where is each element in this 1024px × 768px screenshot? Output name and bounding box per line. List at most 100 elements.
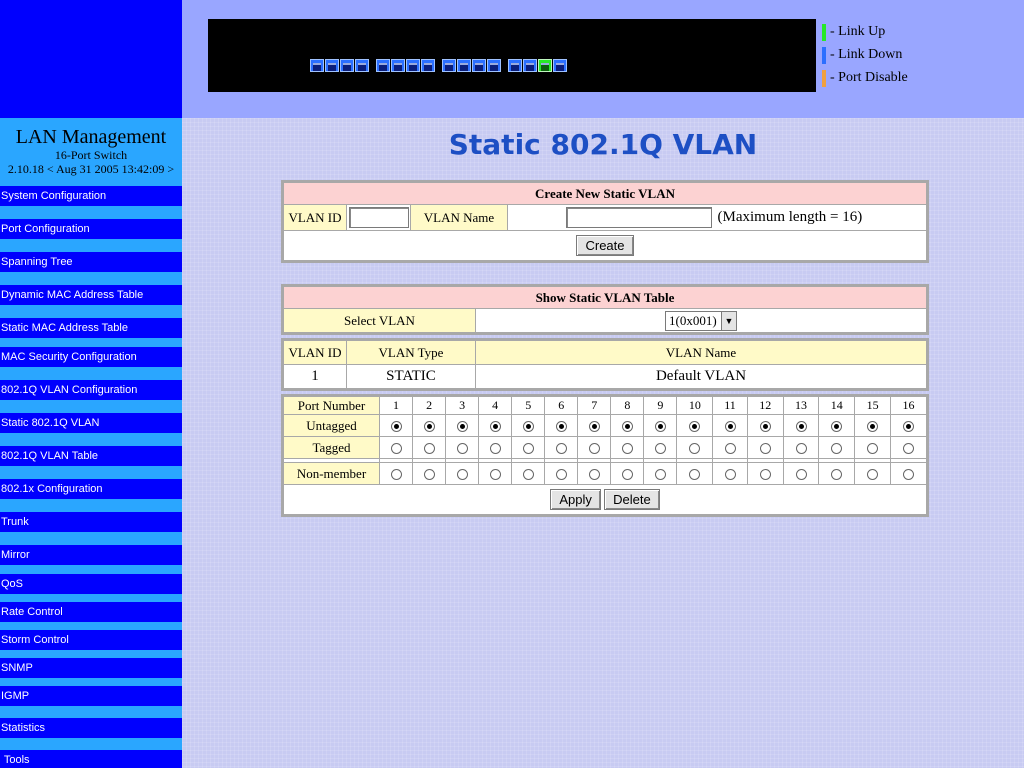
sidebar-item-8021q-vlan-table[interactable]: 802.1Q VLAN Table bbox=[0, 446, 182, 466]
tagged-radio-port-12[interactable] bbox=[759, 443, 771, 455]
untagged-radio-port-3[interactable] bbox=[456, 421, 468, 433]
nonmember-radio-port-5[interactable] bbox=[522, 469, 534, 481]
port-1-indicator[interactable] bbox=[310, 59, 324, 72]
col-vlan-type: VLAN Type bbox=[346, 340, 476, 365]
port-13-indicator[interactable] bbox=[508, 59, 522, 72]
untagged-radio-port-15[interactable] bbox=[867, 421, 879, 433]
sidebar-top-area bbox=[0, 0, 182, 118]
apply-button[interactable]: Apply bbox=[550, 489, 601, 510]
tagged-radio-port-1[interactable] bbox=[390, 443, 402, 455]
sidebar-item-mac-security[interactable]: MAC Security Configuration bbox=[0, 347, 182, 367]
sidebar-item-mirror[interactable]: Mirror bbox=[0, 545, 182, 565]
tagged-radio-port-14[interactable] bbox=[831, 443, 843, 455]
sidebar-item-igmp[interactable]: IGMP bbox=[0, 686, 182, 706]
nonmember-radio-port-10[interactable] bbox=[689, 469, 701, 481]
nonmember-radio-port-6[interactable] bbox=[555, 469, 567, 481]
port-12-indicator[interactable] bbox=[487, 59, 501, 72]
row-vlan-type: STATIC bbox=[346, 364, 476, 389]
chevron-down-icon[interactable]: ▼ bbox=[721, 311, 736, 330]
vlan-id-input[interactable] bbox=[348, 207, 409, 228]
tagged-radio-port-10[interactable] bbox=[689, 443, 701, 455]
nonmember-radio-port-8[interactable] bbox=[621, 469, 633, 481]
sidebar-item-statistics[interactable]: Statistics bbox=[0, 718, 182, 738]
tagged-radio-port-6[interactable] bbox=[555, 443, 567, 455]
port-15-indicator[interactable] bbox=[538, 59, 552, 72]
vlan-name-input[interactable] bbox=[565, 207, 712, 228]
untagged-radio-port-13[interactable] bbox=[795, 421, 807, 433]
untagged-radio-port-2[interactable] bbox=[423, 421, 435, 433]
untagged-radio-port-4[interactable] bbox=[489, 421, 501, 433]
sidebar-item-port-configuration[interactable]: Port Configuration bbox=[0, 219, 182, 239]
sidebar-item-8021x-configuration[interactable]: 802.1x Configuration bbox=[0, 479, 182, 499]
port-7-indicator[interactable] bbox=[406, 59, 420, 72]
port-number-2: 2 bbox=[412, 396, 447, 415]
untagged-radio-port-11[interactable] bbox=[724, 421, 736, 433]
port-3-indicator[interactable] bbox=[340, 59, 354, 72]
port-10-indicator[interactable] bbox=[457, 59, 471, 72]
nonmember-radio-port-3[interactable] bbox=[456, 469, 468, 481]
tagged-radio-port-16[interactable] bbox=[903, 443, 914, 455]
port-11-indicator[interactable] bbox=[472, 59, 486, 72]
tagged-radio-port-8[interactable] bbox=[621, 443, 633, 455]
sidebar-item-rate-control[interactable]: Rate Control bbox=[0, 602, 182, 622]
nonmember-radio-port-11[interactable] bbox=[724, 469, 736, 481]
sidebar-item-qos[interactable]: QoS bbox=[0, 574, 182, 594]
port-number-15: 15 bbox=[854, 396, 891, 415]
vlan-name-label: VLAN Name bbox=[410, 204, 508, 231]
port-14-indicator[interactable] bbox=[523, 59, 537, 72]
port-5-indicator[interactable] bbox=[376, 59, 390, 72]
untagged-radio-port-9[interactable] bbox=[654, 421, 666, 433]
sidebar-item-dynamic-mac-table[interactable]: Dynamic MAC Address Table bbox=[0, 285, 182, 305]
sidebar-item-storm-control[interactable]: Storm Control bbox=[0, 630, 182, 650]
nonmember-radio-port-4[interactable] bbox=[489, 469, 501, 481]
tagged-radio-port-4[interactable] bbox=[489, 443, 501, 455]
sidebar-item-tools[interactable]: Tools bbox=[0, 750, 182, 768]
untagged-radio-port-8[interactable] bbox=[621, 421, 633, 433]
vlan-id-label: VLAN ID bbox=[283, 204, 347, 231]
select-vlan-dropdown[interactable]: 1(0x001) ▼ bbox=[665, 310, 737, 331]
port-8-indicator[interactable] bbox=[421, 59, 435, 72]
sidebar-item-snmp[interactable]: SNMP bbox=[0, 658, 182, 678]
tagged-radio-port-5[interactable] bbox=[522, 443, 534, 455]
tagged-radio-port-11[interactable] bbox=[724, 443, 736, 455]
nonmember-radio-port-9[interactable] bbox=[654, 469, 666, 481]
untagged-radio-port-14[interactable] bbox=[831, 421, 843, 433]
untagged-radio-port-10[interactable] bbox=[689, 421, 701, 433]
nonmember-radio-port-16[interactable] bbox=[903, 469, 914, 481]
nonmember-radio-port-13[interactable] bbox=[795, 469, 807, 481]
nonmember-radio-port-14[interactable] bbox=[831, 469, 843, 481]
sidebar-item-static-8021q-vlan[interactable]: Static 802.1Q VLAN bbox=[0, 413, 182, 433]
sidebar-item-8021q-vlan-configuration[interactable]: 802.1Q VLAN Configuration bbox=[0, 380, 182, 400]
sidebar-item-trunk[interactable]: Trunk bbox=[0, 512, 182, 532]
tagged-radio-port-9[interactable] bbox=[654, 443, 666, 455]
untagged-radio-port-12[interactable] bbox=[759, 421, 771, 433]
sidebar-item-spanning-tree[interactable]: Spanning Tree bbox=[0, 252, 182, 272]
create-button[interactable]: Create bbox=[576, 235, 634, 256]
sidebar-item-static-mac-table[interactable]: Static MAC Address Table bbox=[0, 318, 182, 338]
untagged-radio-port-5[interactable] bbox=[522, 421, 534, 433]
tagged-radio-port-2[interactable] bbox=[423, 443, 435, 455]
untagged-radio-port-6[interactable] bbox=[555, 421, 567, 433]
untagged-radio-port-16[interactable] bbox=[903, 421, 914, 433]
delete-button[interactable]: Delete bbox=[604, 489, 660, 510]
port-number-13: 13 bbox=[782, 396, 820, 415]
port-4-indicator[interactable] bbox=[355, 59, 369, 72]
tagged-radio-port-13[interactable] bbox=[795, 443, 807, 455]
nonmember-radio-port-2[interactable] bbox=[423, 469, 435, 481]
port-2-indicator[interactable] bbox=[325, 59, 339, 72]
tagged-radio-port-7[interactable] bbox=[588, 443, 600, 455]
port-number-10: 10 bbox=[676, 396, 714, 415]
port-9-indicator[interactable] bbox=[442, 59, 456, 72]
nonmember-radio-port-1[interactable] bbox=[390, 469, 402, 481]
sidebar-item-system-configuration[interactable]: System Configuration bbox=[0, 186, 182, 206]
nonmember-radio-port-12[interactable] bbox=[759, 469, 771, 481]
tagged-radio-port-15[interactable] bbox=[867, 443, 879, 455]
untagged-radio-port-1[interactable] bbox=[390, 421, 402, 433]
port-6-indicator[interactable] bbox=[391, 59, 405, 72]
legend-link-down: - Link Down bbox=[820, 45, 908, 68]
nonmember-radio-port-15[interactable] bbox=[867, 469, 879, 481]
tagged-radio-port-3[interactable] bbox=[456, 443, 468, 455]
port-16-indicator[interactable] bbox=[553, 59, 567, 72]
nonmember-radio-port-7[interactable] bbox=[588, 469, 600, 481]
untagged-radio-port-7[interactable] bbox=[588, 421, 600, 433]
